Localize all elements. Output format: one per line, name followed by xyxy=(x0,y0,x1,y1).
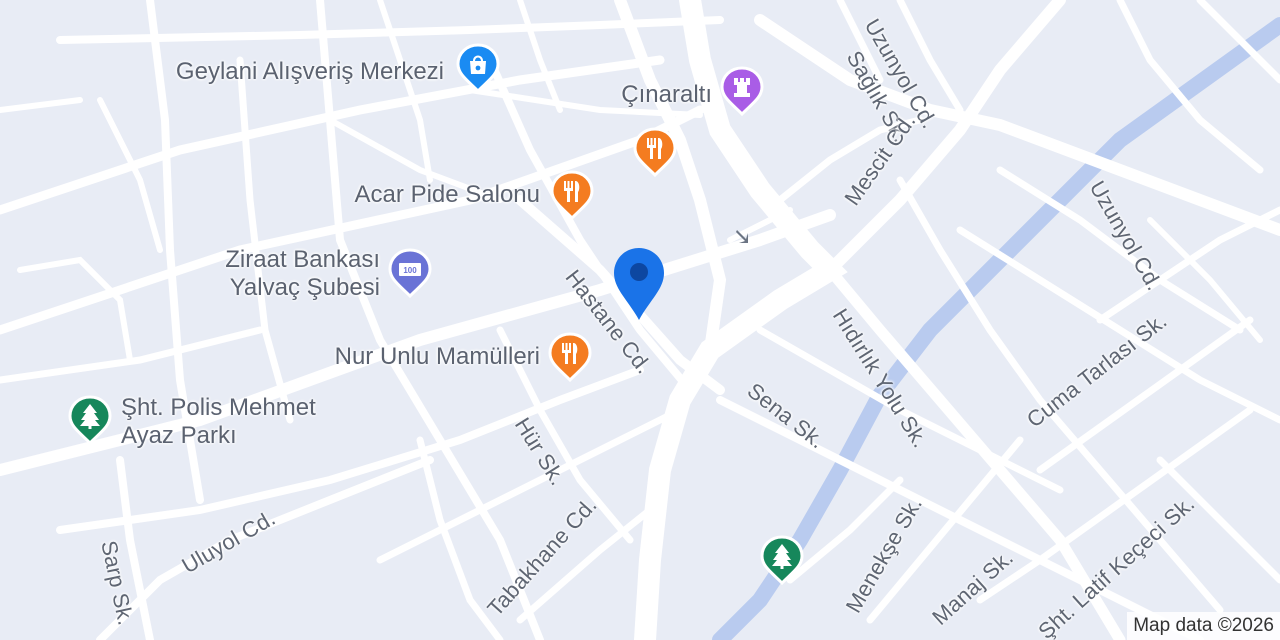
bank-100-icon: 100 xyxy=(399,263,421,276)
poi-label-geylani[interactable]: Geylani Alışveriş Merkezi xyxy=(176,58,444,86)
poi-label-park-polis[interactable]: Şht. Polis Mehmet Ayaz Parkı xyxy=(121,394,316,450)
svg-text:100: 100 xyxy=(403,266,417,275)
poi-pin-geylani[interactable] xyxy=(456,43,500,95)
poi-pin-acar[interactable] xyxy=(550,170,594,222)
poi-pin-park-unnamed[interactable] xyxy=(760,535,804,587)
poi-label-park-polis-line1: Şht. Polis Mehmet xyxy=(121,394,316,421)
poi-label-cinaralti[interactable]: Çınaraltı xyxy=(621,81,712,109)
poi-pin-nur[interactable] xyxy=(548,332,592,384)
poi-pin-restaurant-unnamed[interactable] xyxy=(633,127,677,179)
map-attribution: Map data ©2026 xyxy=(1127,612,1280,640)
poi-pin-park-polis[interactable] xyxy=(68,395,112,447)
poi-label-nur[interactable]: Nur Unlu Mamülleri xyxy=(335,343,540,371)
poi-pin-cinaralti[interactable] xyxy=(720,66,764,118)
one-way-arrow-icon xyxy=(736,230,748,243)
map-canvas[interactable]: Uzunyol Cd. Sağlık Sk. Mescit Cd. Uzunyo… xyxy=(0,0,1280,640)
poi-label-ziraat-line2: Yalvaç Şubesi xyxy=(229,274,380,301)
poi-label-ziraat-line1: Ziraat Bankası xyxy=(225,246,380,273)
poi-label-ziraat[interactable]: Ziraat Bankası Yalvaç Şubesi xyxy=(225,246,380,302)
poi-pin-ziraat[interactable]: 100 xyxy=(388,248,432,300)
location-marker-pin[interactable] xyxy=(612,246,666,322)
poi-label-acar[interactable]: Acar Pide Salonu xyxy=(355,181,540,209)
poi-label-park-polis-line2: Ayaz Parkı xyxy=(121,422,237,449)
